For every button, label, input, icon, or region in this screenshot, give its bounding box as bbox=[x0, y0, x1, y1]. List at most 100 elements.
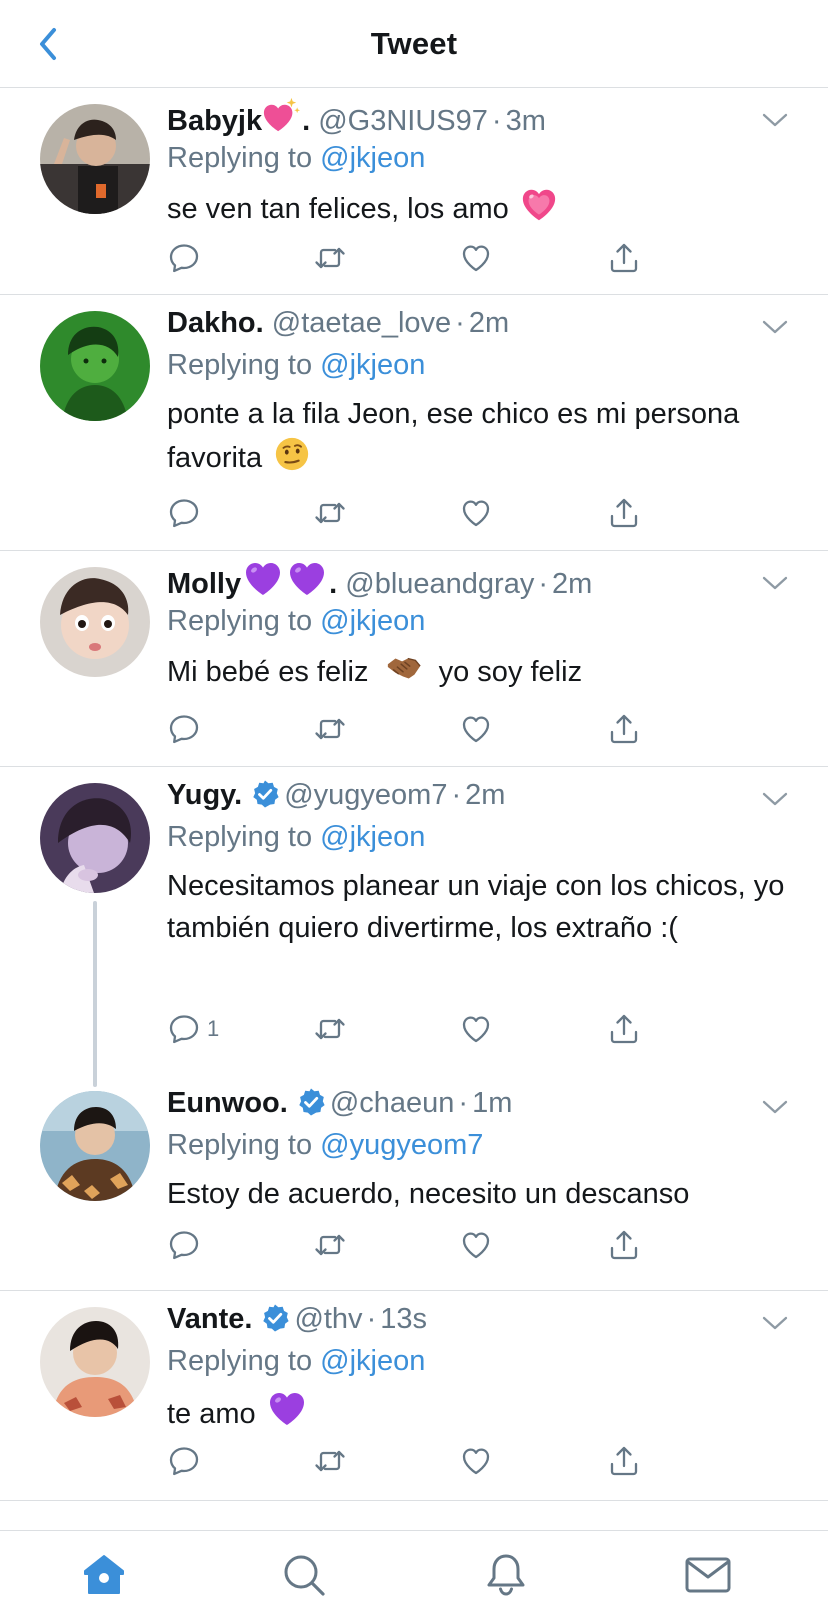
tweet-time: 2m bbox=[552, 568, 593, 600]
messages-icon bbox=[685, 1557, 731, 1593]
retweet-button[interactable] bbox=[313, 1441, 347, 1481]
chevron-down-icon[interactable] bbox=[760, 317, 790, 337]
tab-notifications[interactable] bbox=[482, 1551, 530, 1599]
tweet-item[interactable]: Yugy. @yugyeom7 · 2m Replying to @jkjeon Ne… bbox=[0, 767, 828, 1087]
tweet-body: Yugy. @yugyeom7 · 2m Replying to @jkjeon Ne… bbox=[167, 775, 788, 949]
avatar[interactable] bbox=[40, 311, 150, 421]
thread-connector bbox=[93, 901, 97, 1087]
like-button[interactable] bbox=[459, 238, 493, 278]
chevron-down-icon[interactable] bbox=[760, 110, 790, 130]
chevron-down-icon[interactable] bbox=[760, 573, 790, 593]
reply-button[interactable] bbox=[167, 1225, 201, 1265]
home-icon bbox=[84, 1555, 124, 1594]
retweet-button[interactable] bbox=[313, 709, 347, 749]
like-button[interactable] bbox=[459, 709, 493, 749]
separator-dot: · bbox=[455, 307, 465, 339]
tweet-body: Molly. @blueandgray · 2m Replying to @jkje… bbox=[167, 559, 788, 693]
notifications-icon bbox=[487, 1554, 525, 1596]
replying-to-link[interactable]: @jkjeon bbox=[320, 821, 425, 853]
replying-to-link[interactable]: @jkjeon bbox=[320, 605, 425, 637]
display-name[interactable]: Eunwoo. bbox=[167, 1087, 288, 1119]
avatar[interactable] bbox=[40, 1091, 150, 1201]
chevron-down-icon[interactable] bbox=[760, 1097, 790, 1117]
user-handle[interactable]: @blueandgray bbox=[345, 568, 534, 600]
share-icon bbox=[607, 712, 641, 746]
verified-badge-icon bbox=[260, 1303, 290, 1333]
user-handle[interactable]: @thv bbox=[294, 1303, 362, 1335]
tweet-item[interactable]: Eunwoo. @chaeun · 1m Replying to @yugyeom7 … bbox=[0, 1075, 828, 1291]
retweet-icon bbox=[313, 241, 347, 275]
tweet-item[interactable]: Dakho. @taetae_love · 2m Replying to @jkje… bbox=[0, 295, 828, 551]
user-handle[interactable]: @yugyeom7 bbox=[284, 779, 447, 811]
tab-messages[interactable] bbox=[684, 1551, 732, 1599]
retweet-button[interactable] bbox=[313, 1009, 347, 1049]
share-icon bbox=[607, 1012, 641, 1046]
retweet-button[interactable] bbox=[313, 493, 347, 533]
reply-icon bbox=[167, 1012, 201, 1046]
replying-prefix: Replying to bbox=[167, 605, 313, 637]
bottom-tab-bar bbox=[0, 1530, 828, 1618]
tweet-text: se ven tan felices, los amo bbox=[167, 186, 788, 230]
share-button[interactable] bbox=[607, 1441, 641, 1481]
share-button[interactable] bbox=[607, 1225, 641, 1265]
user-handle[interactable]: @taetae_love bbox=[272, 307, 451, 339]
chevron-down-icon[interactable] bbox=[760, 1313, 790, 1333]
replying-to: Replying to @jkjeon bbox=[167, 345, 788, 385]
user-handle[interactable]: @chaeun bbox=[330, 1087, 455, 1119]
display-name[interactable]: Vante. bbox=[167, 1303, 252, 1335]
tweet-text-content: Mi bebé es feliz bbox=[167, 656, 369, 688]
chevron-down-icon[interactable] bbox=[760, 789, 790, 809]
display-name[interactable]: Molly bbox=[167, 568, 241, 600]
avatar[interactable] bbox=[40, 104, 150, 214]
replying-prefix: Replying to bbox=[167, 1345, 313, 1377]
replying-to: Replying to @jkjeon bbox=[167, 601, 788, 641]
retweet-button[interactable] bbox=[313, 238, 347, 278]
tweet-item[interactable]: Babyjk. @G3NIUS97 · 3m Replying to @jkjeon… bbox=[0, 88, 828, 295]
like-button[interactable] bbox=[459, 1009, 493, 1049]
tweet-actions bbox=[167, 709, 667, 749]
verified-badge-icon bbox=[296, 1087, 326, 1117]
replying-to-link[interactable]: @jkjeon bbox=[320, 349, 425, 381]
reply-button[interactable] bbox=[167, 493, 201, 533]
reply-icon bbox=[167, 496, 201, 530]
replying-to-link[interactable]: @jkjeon bbox=[320, 142, 425, 174]
handshake-icon bbox=[383, 649, 425, 687]
tab-search[interactable] bbox=[280, 1551, 328, 1599]
share-button[interactable] bbox=[607, 238, 641, 278]
user-handle[interactable]: @G3NIUS97 bbox=[318, 105, 488, 137]
display-name[interactable]: Dakho. bbox=[167, 307, 264, 339]
replying-to-link[interactable]: @jkjeon bbox=[320, 1345, 425, 1377]
replying-to-link[interactable]: @yugyeom7 bbox=[320, 1129, 483, 1161]
avatar[interactable] bbox=[40, 783, 150, 893]
top-nav-bar: Tweet bbox=[0, 0, 828, 88]
tab-home[interactable] bbox=[80, 1551, 128, 1599]
like-button[interactable] bbox=[459, 1441, 493, 1481]
tweet-time: 1m bbox=[472, 1087, 513, 1119]
reply-button[interactable] bbox=[167, 709, 201, 749]
display-name[interactable]: Babyjk bbox=[167, 105, 262, 137]
avatar[interactable] bbox=[40, 567, 150, 677]
tweet-time: 13s bbox=[380, 1303, 427, 1335]
share-button[interactable] bbox=[607, 709, 641, 749]
retweet-button[interactable] bbox=[313, 1225, 347, 1265]
tweet-body: Babyjk. @G3NIUS97 · 3m Replying to @jkjeon… bbox=[167, 96, 788, 230]
like-button[interactable] bbox=[459, 493, 493, 533]
reply-button[interactable] bbox=[167, 1441, 201, 1481]
separator-dot: · bbox=[451, 779, 462, 811]
share-icon bbox=[607, 496, 641, 530]
tweet-text: ponte a la fila Jeon, ese chico es mi pe… bbox=[167, 393, 788, 479]
like-button[interactable] bbox=[459, 1225, 493, 1265]
tweet-item[interactable]: Molly. @blueandgray · 2m Replying to @jkje… bbox=[0, 551, 828, 767]
reply-button[interactable] bbox=[167, 238, 201, 278]
share-icon bbox=[607, 1228, 641, 1262]
share-button[interactable] bbox=[607, 493, 641, 533]
display-name[interactable]: Yugy. bbox=[167, 779, 242, 811]
reply-button[interactable]: 1 bbox=[167, 1009, 219, 1049]
avatar[interactable] bbox=[40, 1307, 150, 1417]
replying-to: Replying to @jkjeon bbox=[167, 1341, 788, 1381]
purple-heart-icon bbox=[267, 1389, 307, 1429]
retweet-icon bbox=[313, 1012, 347, 1046]
tweet-item[interactable]: Vante. @thv · 13s Replying to @jkjeon te am… bbox=[0, 1291, 828, 1501]
separator-dot: · bbox=[491, 105, 502, 137]
share-button[interactable] bbox=[607, 1009, 641, 1049]
